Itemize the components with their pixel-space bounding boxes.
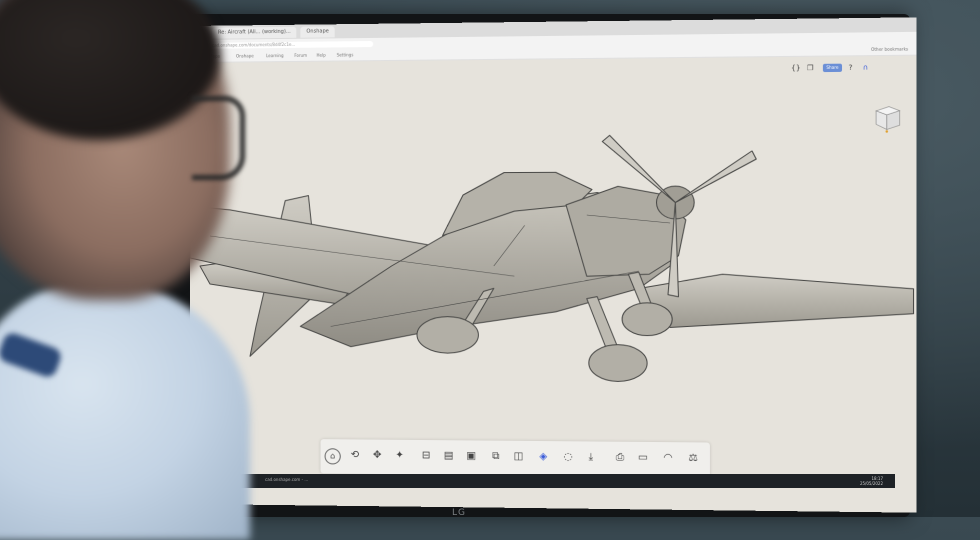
print-icon[interactable]: ⎙ [612,450,629,467]
home-icon[interactable]: ⌂ [324,448,341,465]
cube-icon[interactable]: ◈ [535,449,552,465]
taskbar-clock: 18:17 25/05/2022 [860,476,883,486]
layers-icon[interactable]: ▣ [463,448,479,464]
wheel-pant [417,317,478,354]
cad-screen: Re: Aircraft (Ali... (working)... Onshap… [190,17,917,513]
view-toolbar: ⌂ ⟲ ✥ ✦ ⊟ ▤ ▣ ⧉ ◫ ◈ ◌ ⤓ ⎙ ▭ ◠ ⚖ [320,439,710,478]
measure-icon[interactable]: ◫ [510,449,526,465]
view-icon[interactable]: ✦ [392,448,408,464]
sheet-icon[interactable]: ▭ [635,450,652,467]
scale-icon[interactable]: ⚖ [685,450,702,467]
wheel-pant [622,303,672,336]
right-wing [639,274,914,328]
gear-strut [587,297,618,352]
wheel-pant [589,345,647,382]
comment-icon[interactable]: ◌ [560,449,577,465]
orbit-icon[interactable]: ⟲ [347,447,363,463]
box-icon[interactable]: ▤ [440,448,456,464]
download-icon[interactable]: ⤓ [583,450,600,466]
propeller-blade [675,151,756,203]
explode-icon[interactable]: ⧉ [488,449,504,465]
pan-icon[interactable]: ✥ [369,448,385,464]
curve-icon[interactable]: ◠ [660,450,677,467]
glasses [192,96,245,180]
section-icon[interactable]: ⊟ [418,448,434,464]
clock-date: 25/05/2022 [859,481,883,486]
aircraft-model[interactable] [190,17,917,512]
os-taskbar: airplane.step cad.onshape.com - ... 18:1… [195,474,895,488]
taskbar-item[interactable]: cad.onshape.com - ... [265,477,308,482]
